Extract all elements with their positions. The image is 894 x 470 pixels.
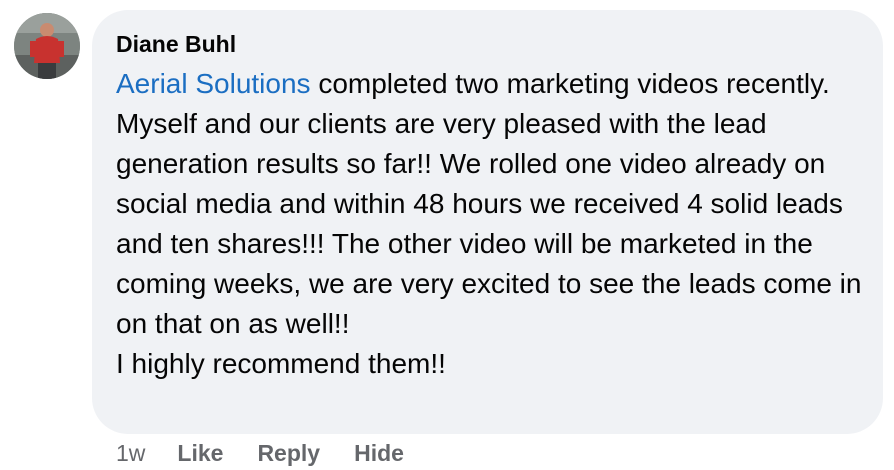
comment-timestamp[interactable]: 1w — [116, 440, 145, 467]
comment: Diane Buhl Aerial Solutions completed tw… — [0, 0, 894, 470]
comment-body-text: completed two marketing videos recently.… — [116, 68, 862, 339]
comment-actions: 1w Like Reply Hide — [116, 438, 438, 468]
comment-author[interactable]: Diane Buhl — [116, 30, 863, 58]
comment-last-line: I highly recommend them!! — [116, 348, 446, 379]
mention-link[interactable]: Aerial Solutions — [116, 68, 311, 99]
comment-body: Aerial Solutions completed two marketing… — [116, 64, 863, 384]
avatar[interactable] — [14, 13, 80, 79]
user-avatar-icon — [14, 13, 80, 79]
like-button[interactable]: Like — [177, 440, 223, 467]
reply-button[interactable]: Reply — [257, 440, 320, 467]
hide-button[interactable]: Hide — [354, 440, 404, 467]
comment-bubble: Diane Buhl Aerial Solutions completed tw… — [92, 10, 883, 434]
